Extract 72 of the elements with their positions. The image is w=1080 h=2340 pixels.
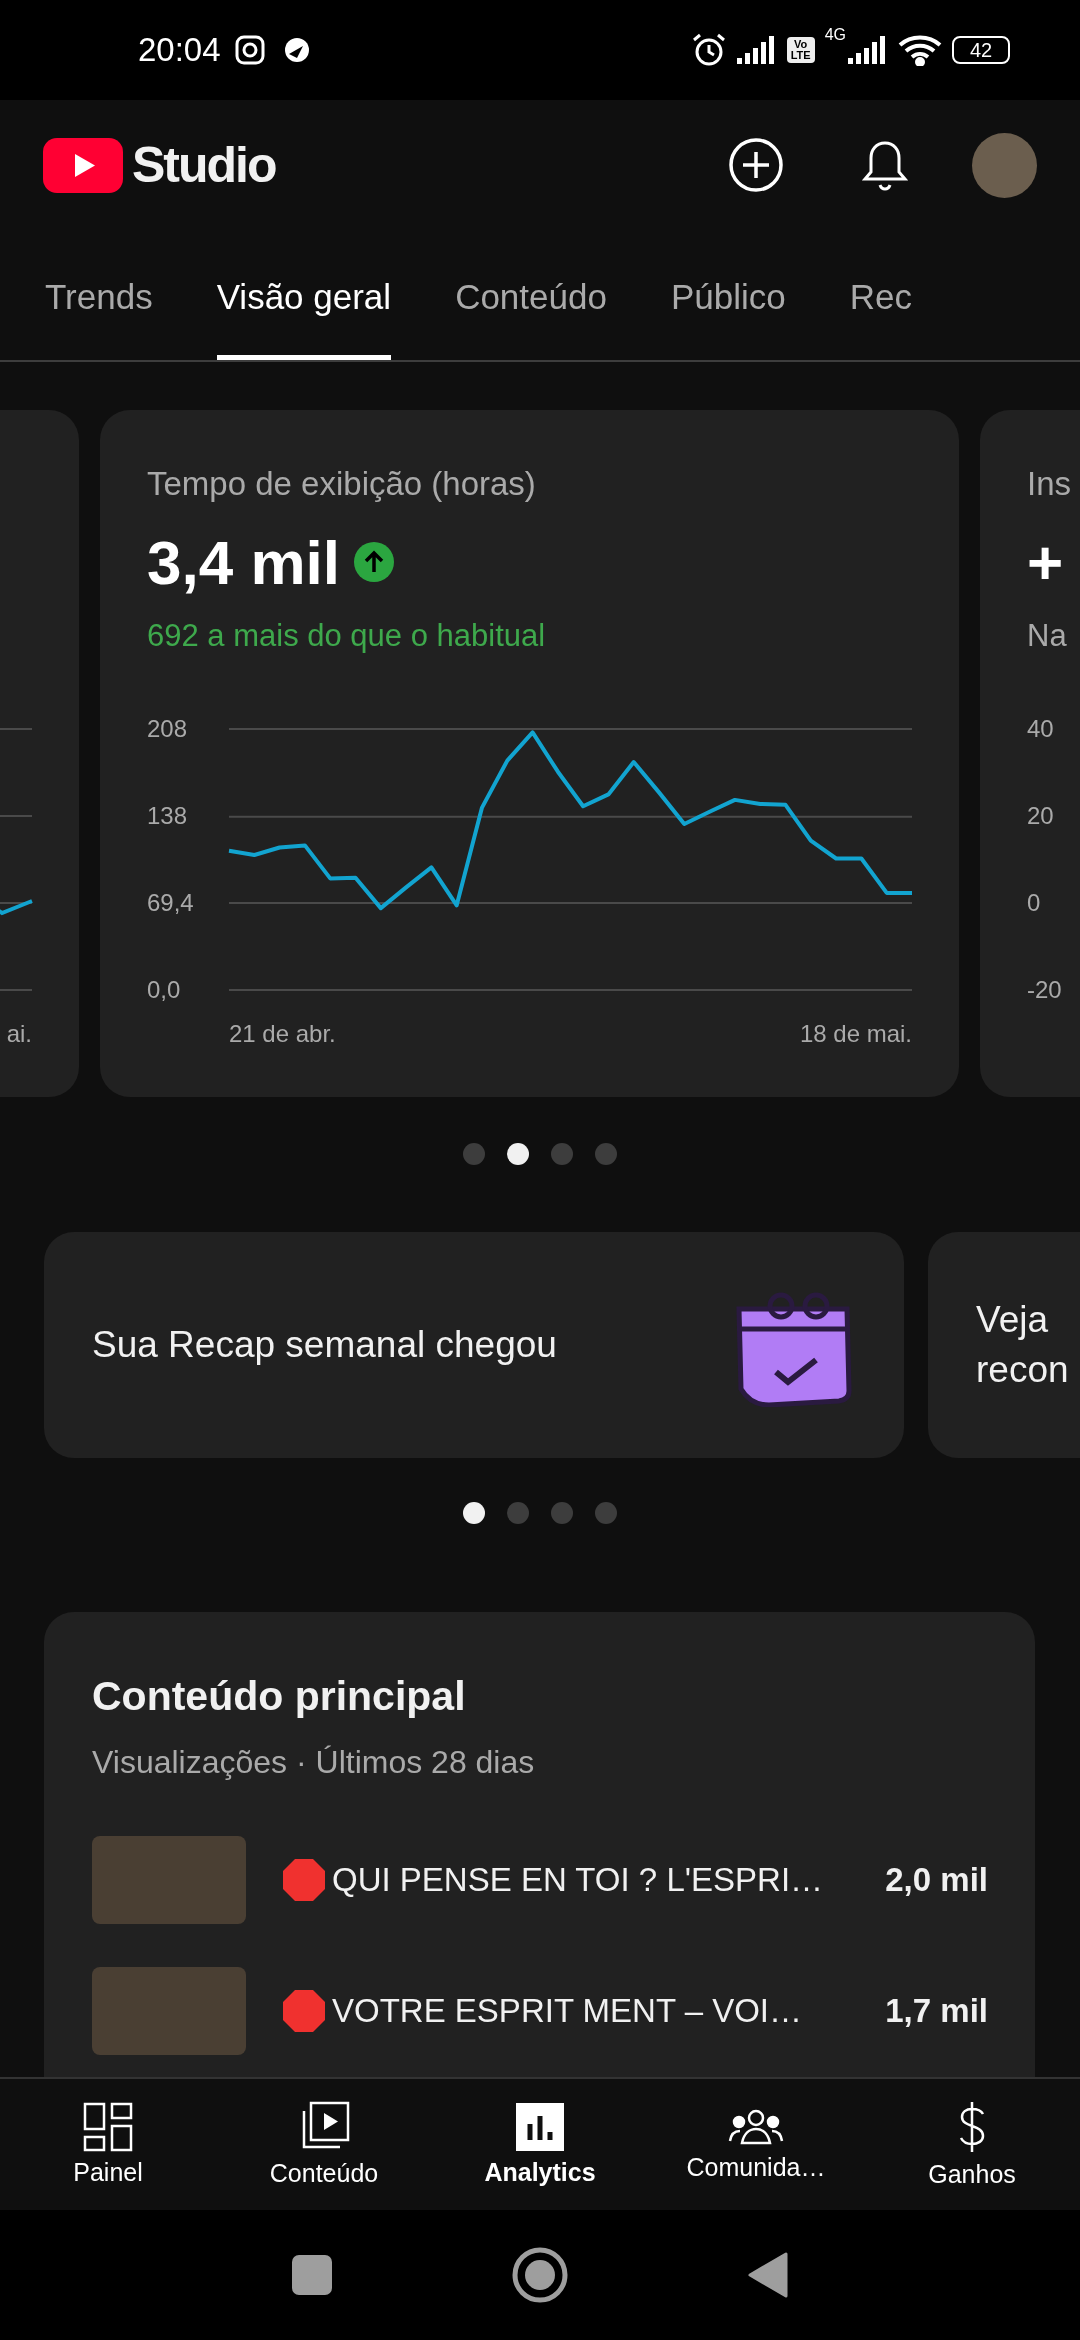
nav-item[interactable]: Painel bbox=[0, 2079, 216, 2210]
tab[interactable]: Visão geral bbox=[216, 230, 392, 360]
nav-item[interactable]: Comunida… bbox=[648, 2079, 864, 2210]
card-text: Sua Recap semanal chegou bbox=[92, 1323, 557, 1367]
tab[interactable]: Conteúdo bbox=[455, 230, 607, 360]
create-icon[interactable] bbox=[728, 137, 784, 193]
recap-card[interactable]: Veja recon bbox=[928, 1232, 1080, 1458]
clock: 20:04 bbox=[138, 31, 221, 69]
y-axis-label: 40 bbox=[1027, 714, 1055, 744]
metric-card[interactable]: Tempo de exibição (horas) 3,4 mil 692 a mais do que o habitual 208 138 69,4 0,0 21 de abr. 18 de mai. bbox=[100, 410, 959, 1097]
video-title[interactable]: QUI PENSE EN TOI ? L'ESPRI… bbox=[332, 1861, 886, 1899]
thumbnail-placeholder[interactable] bbox=[92, 1967, 246, 2055]
nav-item[interactable]: Analytics bbox=[432, 2079, 648, 2210]
x-axis-label: 21 de abr. bbox=[229, 1019, 336, 1049]
metric-title: Tempo de exibição (horas) bbox=[147, 465, 536, 502]
home-icon[interactable] bbox=[512, 2247, 568, 2303]
network-label: 4G bbox=[824, 26, 846, 44]
metric-title: Ins bbox=[1027, 465, 1072, 502]
section-title: Conteúdo principal bbox=[92, 1672, 467, 1721]
notification-icon bbox=[282, 36, 311, 64]
recap-card[interactable]: Sua Recap semanal chegou bbox=[44, 1232, 904, 1458]
nav-item[interactable]: Ganhos bbox=[864, 2079, 1080, 2210]
page-indicator-dot[interactable] bbox=[463, 1502, 485, 1524]
people-icon bbox=[728, 2107, 784, 2147]
stop-sign-icon bbox=[282, 1858, 326, 1902]
bar-chart-icon bbox=[515, 2102, 565, 2152]
y-axis-label: 0 bbox=[1027, 888, 1042, 918]
view-count: 2,0 mil bbox=[885, 1861, 988, 1899]
y-axis-label: 20 bbox=[1027, 801, 1055, 831]
signal-icon bbox=[848, 36, 888, 64]
page-indicator-dot[interactable] bbox=[507, 1502, 529, 1524]
metric-card[interactable]: Ins + Na 40 20 0 -20 bbox=[980, 410, 1080, 1097]
back-icon[interactable] bbox=[748, 2252, 788, 2298]
video-title[interactable]: VOTRE ESPRIT MENT – VOI… bbox=[332, 1992, 886, 2030]
y-axis-label: -20 bbox=[1027, 975, 1063, 1005]
view-count: 1,7 mil bbox=[885, 1992, 988, 2030]
page-indicator-dot[interactable] bbox=[551, 1502, 573, 1524]
nav-item[interactable]: Conteúdo bbox=[216, 2079, 432, 2210]
y-axis-label: 138 bbox=[147, 801, 189, 831]
y-axis-label: 0,0 bbox=[147, 975, 182, 1005]
signal-icon bbox=[736, 36, 777, 64]
stop-sign-icon bbox=[282, 1989, 326, 2033]
battery-indicator: 42 bbox=[952, 36, 1010, 64]
instagram-icon bbox=[234, 35, 265, 65]
tab[interactable]: Trends bbox=[45, 230, 153, 360]
section-subtitle: Visualizações · Últimos 28 dias bbox=[92, 1743, 536, 1782]
y-axis-label: 208 bbox=[147, 714, 189, 744]
y-axis-label: 69,4 bbox=[147, 888, 195, 918]
page-indicator-dot[interactable] bbox=[551, 1143, 573, 1165]
tab[interactable]: Público bbox=[670, 230, 786, 360]
metric-note: 692 a mais do que o habitual bbox=[147, 618, 546, 653]
tab[interactable]: Rec bbox=[849, 230, 912, 360]
app-title: Studio bbox=[132, 136, 276, 194]
dashboard-icon bbox=[83, 2102, 133, 2152]
metric-value: + bbox=[1027, 526, 1064, 598]
notifications-icon[interactable] bbox=[862, 139, 908, 191]
alarm-icon bbox=[690, 32, 727, 68]
metric-card[interactable]: ai. bbox=[0, 410, 79, 1097]
recents-icon[interactable] bbox=[292, 2255, 332, 2295]
x-axis-label: ai. bbox=[6, 1019, 32, 1049]
page-indicator-dot[interactable] bbox=[507, 1143, 529, 1165]
page-indicator-dot[interactable] bbox=[595, 1502, 617, 1524]
play-logo-icon bbox=[43, 137, 123, 193]
card-text: Veja recon bbox=[976, 1298, 1069, 1392]
volte-badge: Vo LTE bbox=[786, 37, 815, 63]
wifi-icon bbox=[898, 34, 942, 66]
x-axis-label: 18 de mai. bbox=[799, 1019, 912, 1049]
page-indicator-dot[interactable] bbox=[463, 1143, 485, 1165]
metric-note: Na bbox=[1027, 618, 1067, 653]
thumbnail-placeholder[interactable] bbox=[92, 1836, 246, 1924]
metric-value: 3,4 mil bbox=[147, 526, 340, 598]
page-indicator-dot[interactable] bbox=[595, 1143, 617, 1165]
